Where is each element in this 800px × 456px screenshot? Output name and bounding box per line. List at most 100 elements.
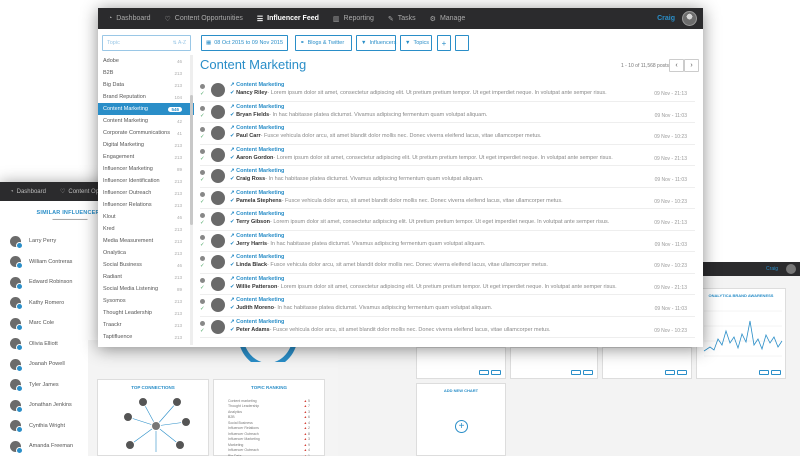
post-item[interactable]: ✓ ↗ Content Marketing ✔ Peter Adams- Fusce… (200, 317, 695, 338)
delete-chart-button[interactable] (771, 370, 781, 375)
connection-node[interactable] (175, 440, 185, 450)
post-topic[interactable]: ↗ Content Marketing (230, 125, 284, 131)
post-topic[interactable]: ↗ Content Marketing (230, 82, 284, 88)
avatar[interactable] (786, 264, 796, 274)
post-author[interactable]: Linda Black (236, 262, 267, 268)
post-author[interactable]: Nancy Riley (236, 90, 267, 96)
scrollbar-thumb[interactable] (190, 95, 193, 225)
nav-item-tasks[interactable]: ✎ Tasks (388, 8, 416, 29)
unread-dot-icon[interactable] (200, 170, 205, 175)
avatar[interactable] (211, 147, 225, 162)
edit-chart-button[interactable] (479, 370, 489, 375)
topic-item[interactable]: Social Business 46 (98, 259, 194, 271)
topic-item[interactable]: Influencer Marketing 89 (98, 163, 194, 175)
avatar[interactable] (211, 319, 225, 334)
topic-item[interactable]: Social Media Listening 89 (98, 283, 194, 295)
avatar[interactable] (10, 317, 23, 331)
post-topic[interactable]: ↗ Content Marketing (230, 147, 284, 153)
avatar[interactable] (211, 169, 225, 183)
post-item[interactable]: ✓ ↗ Content Marketing ✔ Pamela Stephens- F… (200, 188, 695, 209)
post-author[interactable]: Bryan Fields (236, 112, 269, 118)
connection-node[interactable] (123, 412, 133, 422)
check-icon[interactable]: ✓ (200, 263, 205, 269)
check-icon[interactable]: ✓ (200, 156, 205, 162)
post-author[interactable]: Pamela Stephens (236, 198, 282, 204)
reporting-user-name[interactable]: Craig (766, 266, 778, 272)
connection-node[interactable] (125, 440, 135, 450)
check-icon[interactable]: ✓ (200, 134, 205, 140)
post-topic[interactable]: ↗ Content Marketing (230, 319, 284, 325)
post-topic[interactable]: ↗ Content Marketing (230, 254, 284, 260)
unread-dot-icon[interactable] (200, 127, 205, 132)
unread-dot-icon[interactable] (200, 299, 205, 304)
extra-filter-button[interactable] (455, 35, 469, 51)
post-author[interactable]: Craig Ross (236, 176, 265, 182)
avatar[interactable] (10, 399, 23, 413)
avatar[interactable] (211, 126, 225, 140)
topic-item[interactable]: Corporate Communications 41 (98, 127, 194, 139)
topic-item[interactable]: Adobe 46 (98, 55, 194, 67)
post-author[interactable]: Terry Gibson (236, 219, 270, 225)
user-menu[interactable]: Craig (657, 11, 697, 26)
unread-dot-icon[interactable] (200, 256, 205, 261)
edit-chart-button[interactable] (759, 370, 769, 375)
topic-item[interactable]: Taptifluence 213 (98, 331, 194, 343)
post-topic[interactable]: ↗ Content Marketing (230, 168, 284, 174)
post-author[interactable]: Willie Patterson (236, 284, 277, 290)
topic-item[interactable]: Influencer Relations 213 (98, 199, 194, 211)
post-author[interactable]: Judith Moreno (236, 305, 274, 311)
add-chart-card[interactable]: ADD NEW CHART + (416, 383, 506, 456)
avatar[interactable] (211, 233, 225, 248)
check-icon[interactable]: ✓ (200, 113, 205, 119)
nav-item-content-opportunities[interactable]: ♡ Content Opportunities (164, 8, 242, 29)
check-icon[interactable]: ✓ (200, 220, 205, 226)
add-chart-button[interactable]: + (455, 420, 468, 433)
avatar[interactable] (10, 338, 23, 352)
topic-item[interactable]: Content Marketing 42 (98, 115, 194, 127)
topic-item[interactable]: Sysomos 213 (98, 295, 194, 307)
post-author[interactable]: Paul Carr (236, 133, 260, 139)
post-topic[interactable]: ↗ Content Marketing (230, 190, 284, 196)
post-item[interactable]: ✓ ↗ Content Marketing ✔ Nancy Riley- Lorem… (200, 80, 695, 102)
post-topic[interactable]: ↗ Content Marketing (230, 233, 284, 239)
avatar[interactable] (682, 11, 697, 26)
connection-node[interactable] (138, 397, 148, 407)
avatar[interactable] (10, 358, 23, 372)
check-icon[interactable]: ✓ (200, 328, 205, 334)
avatar[interactable] (10, 235, 23, 249)
avatar[interactable] (211, 276, 225, 291)
post-item[interactable]: ✓ ↗ Content Marketing ✔ Paul Carr- Fusce v… (200, 123, 695, 145)
connection-node[interactable] (151, 421, 161, 431)
influencers-filter[interactable]: ▼ Influencers (356, 35, 396, 51)
nav-item-dashboard[interactable]: ◔ Dashboard (108, 8, 150, 29)
avatar[interactable] (211, 83, 225, 97)
post-item[interactable]: ✓ ↗ Content Marketing ✔ Craig Ross- In hac… (200, 166, 695, 188)
topic-item[interactable]: Traackr 213 (98, 319, 194, 331)
avatar[interactable] (10, 297, 23, 311)
nav-item-influencer-feed[interactable]: ☰ Influencer Feed (257, 8, 319, 29)
check-icon[interactable]: ✓ (200, 177, 205, 183)
post-item[interactable]: ✓ ↗ Content Marketing ✔ Aaron Gordon- Lore… (200, 145, 695, 166)
unread-dot-icon[interactable] (200, 234, 205, 240)
edit-chart-button[interactable] (571, 370, 581, 375)
unread-dot-icon[interactable] (200, 84, 205, 89)
topic-item[interactable]: Brand Reputation 104 (98, 91, 194, 103)
topic-item[interactable]: Content Marketing 546 (98, 103, 194, 115)
edit-chart-button[interactable] (665, 370, 675, 375)
topic-item[interactable]: Thought Leadership 213 (98, 307, 194, 319)
post-topic[interactable]: ↗ Content Marketing (230, 276, 284, 282)
delete-chart-button[interactable] (491, 370, 501, 375)
check-icon[interactable]: ✓ (200, 91, 205, 97)
bg-nav-dashboard[interactable]: ◔ Dashboard (10, 189, 46, 195)
connection-node[interactable] (181, 417, 191, 427)
avatar[interactable] (211, 298, 225, 312)
add-filter-button[interactable]: + (437, 35, 451, 51)
topic-item[interactable]: Engagement 213 (98, 151, 194, 163)
avatar[interactable] (10, 420, 23, 434)
post-item[interactable]: ✓ ↗ Content Marketing ✔ Terry Gibson- Lore… (200, 209, 695, 231)
topic-item[interactable]: Influencer Identification 213 (98, 175, 194, 187)
post-author[interactable]: Aaron Gordon (236, 155, 273, 161)
topic-item[interactable]: Klout 46 (98, 211, 194, 223)
check-icon[interactable]: ✓ (200, 285, 205, 291)
topic-item[interactable]: Radiant 213 (98, 271, 194, 283)
